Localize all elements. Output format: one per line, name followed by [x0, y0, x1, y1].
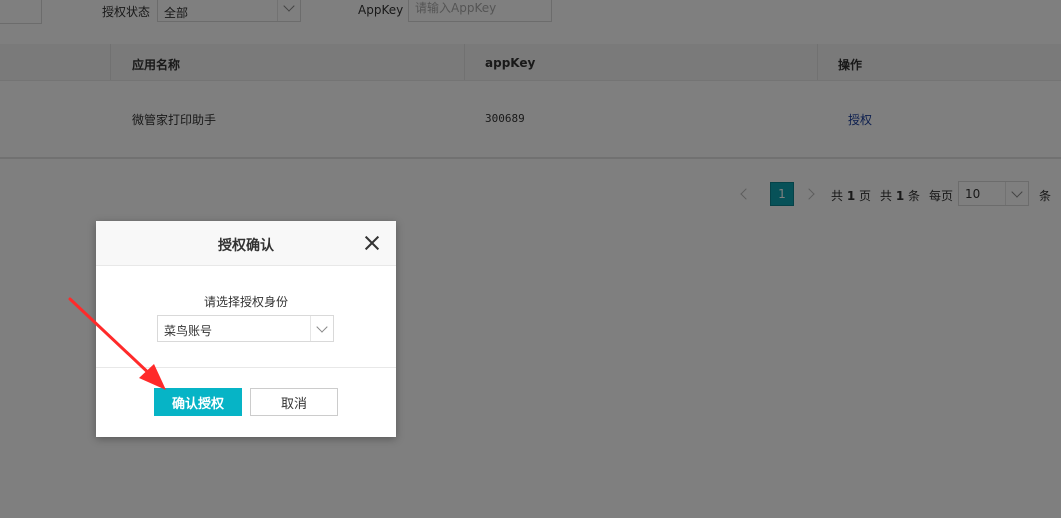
- authorize-confirm-dialog: 授权确认 请选择授权身份 菜鸟账号 确认授权 取消: [96, 221, 396, 437]
- dialog-title: 授权确认: [218, 238, 274, 254]
- chevron-down-icon: [310, 316, 333, 341]
- divider: [96, 367, 396, 368]
- confirm-authorize-button[interactable]: 确认授权: [154, 388, 242, 416]
- dialog-header: 授权确认: [96, 221, 396, 266]
- cancel-button[interactable]: 取消: [250, 388, 338, 416]
- close-icon[interactable]: [364, 235, 380, 251]
- identity-select[interactable]: 菜鸟账号: [157, 315, 334, 342]
- identity-prompt: 请选择授权身份: [203, 295, 288, 309]
- identity-value: 菜鸟账号: [164, 324, 213, 338]
